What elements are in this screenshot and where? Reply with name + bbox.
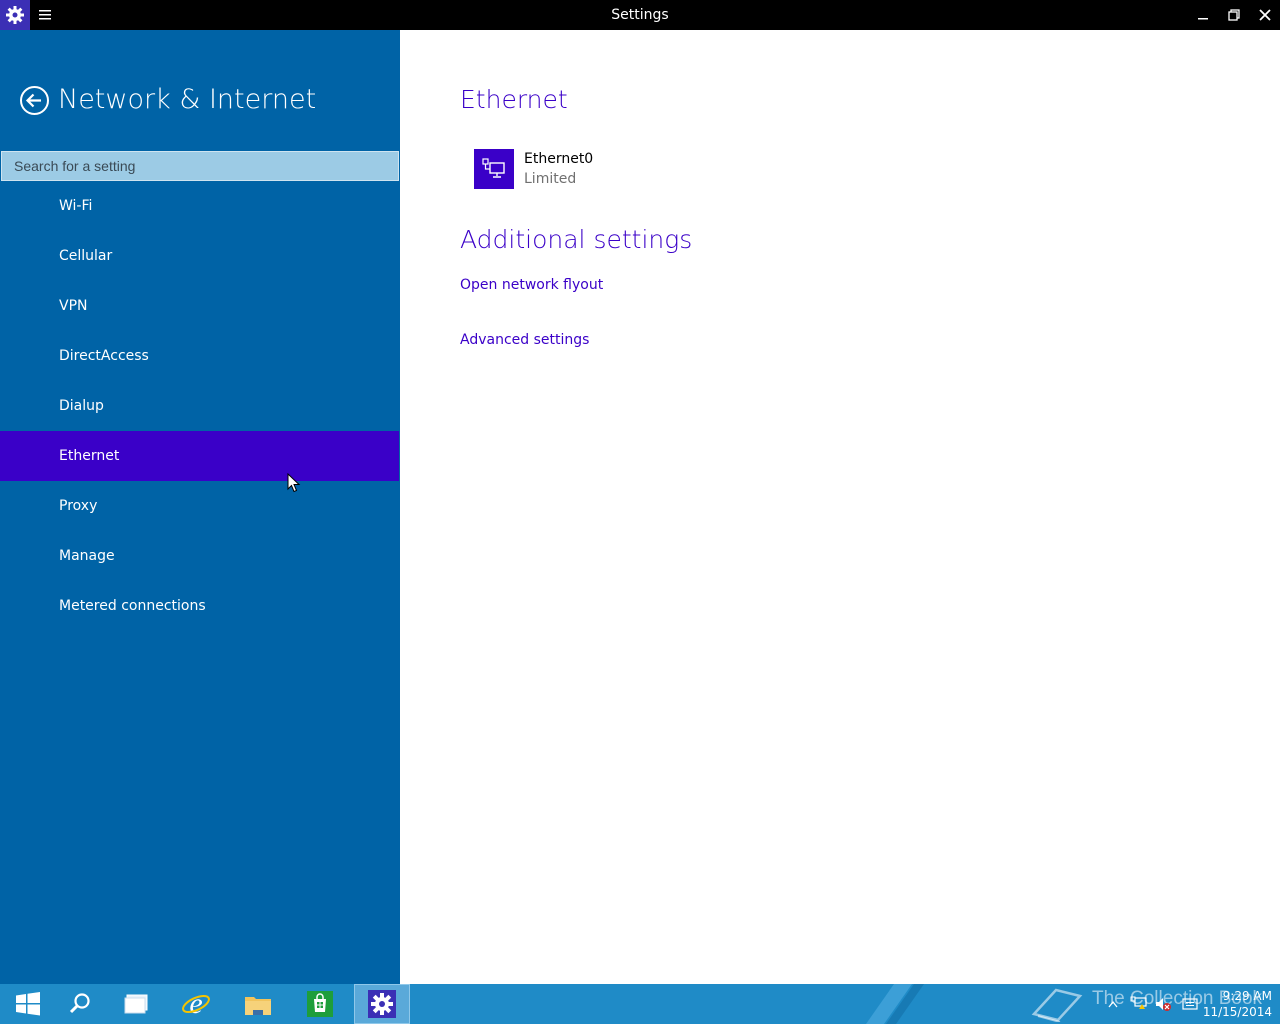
sidebar-title: Network & Internet — [58, 84, 317, 115]
watermark-book-icon — [1030, 986, 1084, 1024]
main-content: Ethernet Ethernet0 Limited Additional se… — [400, 30, 1280, 984]
connection-status: Limited — [524, 171, 577, 187]
sidebar: Network & Internet Wi-Fi Cellular VPN Di… — [0, 30, 400, 984]
back-arrow-icon[interactable] — [19, 85, 50, 116]
sidebar-item-proxy[interactable]: Proxy — [0, 481, 399, 531]
action-center-icon[interactable] — [1181, 996, 1199, 1012]
sidebar-item-vpn[interactable]: VPN — [0, 281, 399, 331]
internet-explorer-icon[interactable]: e — [168, 984, 224, 1024]
gear-icon — [0, 0, 30, 30]
connection-name: Ethernet0 — [524, 151, 594, 167]
svg-text:e: e — [189, 989, 202, 1019]
open-network-flyout-link[interactable]: Open network flyout — [460, 275, 603, 295]
store-icon[interactable] — [292, 984, 348, 1024]
search-box[interactable] — [1, 151, 399, 181]
start-icon[interactable] — [0, 984, 56, 1024]
taskbar: e The Collection Book 9:29 AM 11/15/2014 — [0, 984, 1280, 1024]
sidebar-item-wifi[interactable]: Wi-Fi — [0, 181, 399, 231]
sidebar-item-cellular[interactable]: Cellular — [0, 231, 399, 281]
clock-time: 9:29 AM — [1222, 989, 1272, 1003]
close-icon[interactable] — [1249, 0, 1280, 30]
search-icon[interactable] — [52, 984, 108, 1024]
sidebar-item-ethernet[interactable]: Ethernet — [0, 431, 399, 481]
minimize-icon[interactable] — [1187, 0, 1219, 30]
ethernet-connection[interactable]: Ethernet0 Limited — [474, 149, 593, 189]
ethernet-icon — [474, 149, 514, 189]
clock-date: 11/15/2014 — [1202, 1005, 1272, 1019]
show-hidden-icons-icon[interactable] — [1104, 996, 1122, 1012]
sidebar-item-metered-connections[interactable]: Metered connections — [0, 581, 399, 631]
search-input[interactable] — [12, 157, 398, 175]
sidebar-item-manage[interactable]: Manage — [0, 531, 399, 581]
file-explorer-icon[interactable] — [230, 984, 286, 1024]
title-bar: Settings — [0, 0, 1280, 30]
system-clock[interactable]: 9:29 AM 11/15/2014 — [1200, 988, 1272, 1020]
hamburger-icon[interactable] — [36, 6, 54, 24]
sidebar-item-directaccess[interactable]: DirectAccess — [0, 331, 399, 381]
window-title: Settings — [611, 7, 669, 23]
advanced-settings-link[interactable]: Advanced settings — [460, 330, 589, 350]
sidebar-item-dialup[interactable]: Dialup — [0, 381, 399, 431]
sidebar-nav: Wi-Fi Cellular VPN DirectAccess Dialup E… — [0, 181, 399, 631]
restore-icon[interactable] — [1218, 0, 1250, 30]
network-icon[interactable] — [1130, 996, 1148, 1012]
volume-icon[interactable] — [1154, 996, 1172, 1012]
settings-icon[interactable] — [354, 984, 410, 1024]
page-title: Ethernet — [460, 85, 568, 114]
task-view-icon[interactable] — [108, 984, 164, 1024]
additional-settings-heading: Additional settings — [460, 225, 693, 254]
